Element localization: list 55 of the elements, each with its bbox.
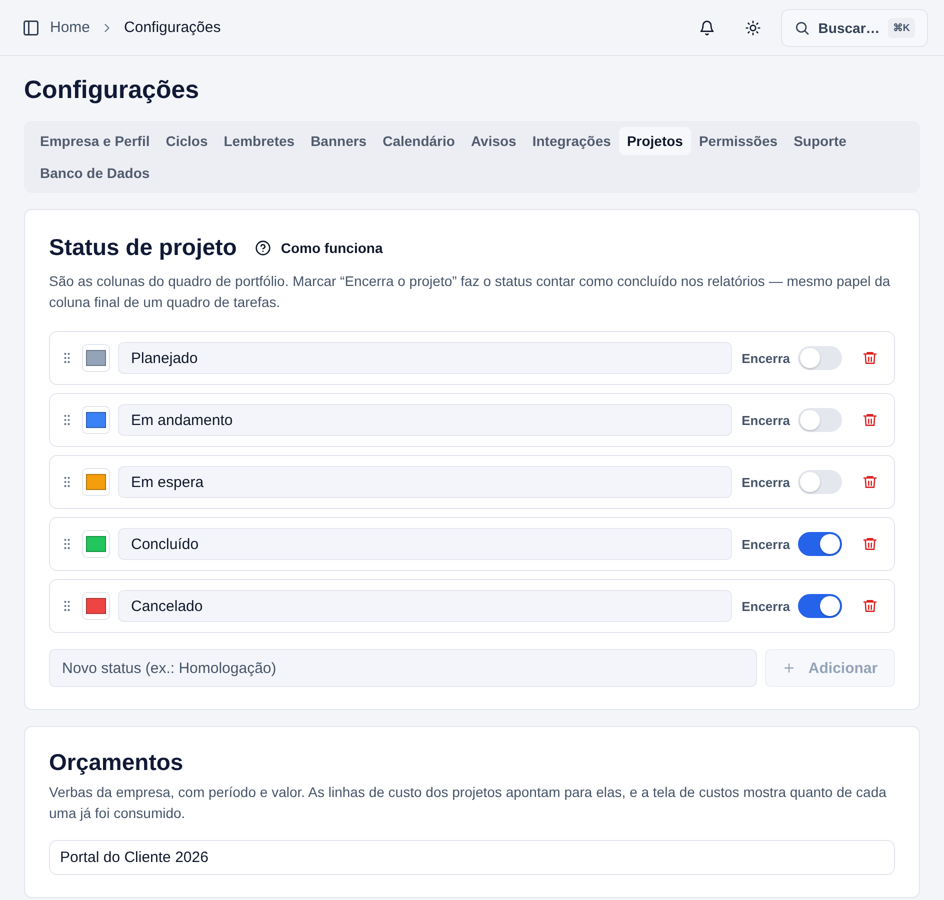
trash-icon bbox=[862, 412, 878, 428]
status-name-field[interactable]: Planejado bbox=[118, 342, 732, 374]
toggle-label: Encerra bbox=[742, 598, 790, 614]
shortcut-badge: ⌘K bbox=[888, 18, 915, 38]
section-title: Status de projeto bbox=[49, 234, 237, 261]
sidebar-toggle-icon[interactable] bbox=[22, 18, 40, 36]
section-description: São as colunas do quadro de portfólio. Marcar “Encerra o projeto” faz o status contar como concluído nos relatórios — mesmo papel da coluna final de um quadro de tarefas. bbox=[49, 272, 892, 312]
toggle-switch[interactable] bbox=[798, 408, 842, 432]
trash-icon bbox=[862, 598, 878, 614]
color-picker[interactable] bbox=[82, 344, 110, 372]
question-circle-icon bbox=[254, 240, 271, 256]
status-name-field[interactable]: Em espera bbox=[118, 466, 732, 498]
page-title: Configurações bbox=[24, 76, 200, 105]
trash-icon bbox=[862, 536, 878, 552]
tab[interactable]: Calendário bbox=[374, 127, 463, 155]
status-name-field[interactable]: Cancelado bbox=[118, 590, 732, 622]
trash-icon bbox=[862, 474, 878, 490]
tab[interactable]: Suporte bbox=[786, 127, 854, 155]
section-description: Verbas da empresa, com período e valor. As linhas de custo dos projetos apontam para elas, e a tela de custos mostra quanto de cada uma já foi consumido. bbox=[49, 783, 888, 823]
bell-icon bbox=[699, 20, 716, 36]
tab[interactable]: Banco de Dados bbox=[32, 159, 158, 187]
breadcrumb-current: Configurações bbox=[124, 19, 221, 36]
tab[interactable]: Banners bbox=[302, 127, 375, 155]
section-title: Orçamentos bbox=[49, 749, 184, 776]
status-name-field[interactable]: Em andamento bbox=[118, 404, 732, 436]
budget-item[interactable]: Portal do Cliente 2026 bbox=[49, 840, 895, 875]
help-link[interactable]: Como funciona bbox=[254, 240, 383, 256]
color-picker[interactable] bbox=[82, 530, 110, 558]
tab[interactable]: Ciclos bbox=[158, 127, 216, 155]
toggle-switch[interactable] bbox=[798, 346, 842, 370]
status-name-field[interactable]: Concluído bbox=[118, 528, 732, 560]
tab[interactable]: Projetos bbox=[618, 127, 691, 155]
toggle-label: Encerra bbox=[742, 412, 790, 428]
new-status-field[interactable]: Novo status (ex.: Homologação) bbox=[49, 649, 757, 687]
color-picker[interactable] bbox=[82, 406, 110, 434]
color-picker[interactable] bbox=[82, 468, 110, 496]
tab[interactable]: Empresa e Perfil bbox=[32, 127, 158, 155]
color-picker[interactable] bbox=[82, 592, 110, 620]
toggle-label: Encerra bbox=[742, 474, 790, 490]
toggle-label: Encerra bbox=[742, 536, 790, 552]
trash-icon bbox=[862, 350, 878, 366]
tab[interactable]: Integrações bbox=[524, 127, 619, 155]
search-icon bbox=[794, 20, 810, 36]
sun-icon bbox=[745, 20, 762, 36]
breadcrumb-link[interactable]: Home bbox=[50, 19, 90, 36]
toggle-label: Encerra bbox=[742, 350, 790, 366]
tab[interactable]: Avisos bbox=[462, 127, 524, 155]
plus-icon bbox=[782, 661, 796, 675]
tab[interactable]: Permissões bbox=[690, 127, 786, 155]
search-label: Buscar… bbox=[818, 20, 880, 36]
toggle-switch[interactable] bbox=[798, 532, 842, 556]
search-button[interactable]: Buscar… ⌘K bbox=[781, 8, 928, 46]
toggle-switch[interactable] bbox=[798, 594, 842, 618]
tab[interactable]: Lembretes bbox=[216, 127, 303, 155]
toggle-switch[interactable] bbox=[798, 470, 842, 494]
